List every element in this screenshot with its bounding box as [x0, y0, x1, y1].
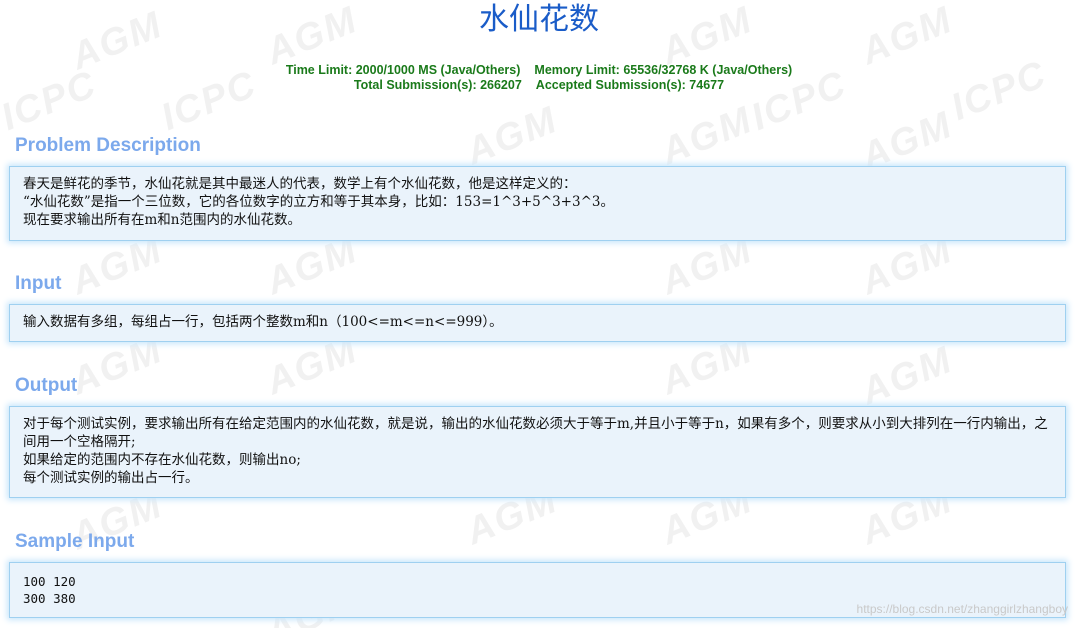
sample-input-line: 100 120 — [23, 574, 76, 589]
watermark-agm: AGM — [855, 338, 959, 414]
problem-limits: Time Limit: 2000/1000 MS (Java/Others) Me… — [0, 63, 1078, 93]
watermark-url: https://blog.csdn.net/zhanggirlzhangboy — [856, 602, 1068, 616]
page-title: 水仙花数 — [479, 2, 599, 37]
input-line: 输入数据有多组，每组占一行，包括两个整数m和n（100<=m<=n<=999）。 — [23, 314, 503, 330]
limits-row-2: Total Submission(s): 266207 Accepted Subm… — [0, 78, 1078, 93]
section-heading-description: Problem Description — [15, 135, 201, 156]
watermark-agm: AGM — [460, 98, 564, 174]
description-line: “水仙花数”是指一个三位数，它的各位数字的立方和等于其本身，比如：153=1^3… — [23, 194, 614, 210]
section-heading-output: Output — [15, 375, 78, 396]
limits-row-1: Time Limit: 2000/1000 MS (Java/Others) Me… — [0, 63, 1078, 78]
total-submissions: Total Submission(s): 266207 — [353, 78, 522, 92]
accepted-submissions: Accepted Submission(s): 74677 — [535, 78, 725, 92]
output-line: 如果给定的范围内不存在水仙花数，则输出no; — [23, 452, 301, 468]
description-line: 现在要求输出所有在m和n范围内的水仙花数。 — [23, 212, 301, 228]
watermark-agm: AGM — [655, 98, 759, 174]
memory-limit: Memory Limit: 65536/32768 K (Java/Others… — [534, 63, 793, 77]
output-line: 对于每个测试实例，要求输出所有在给定范围内的水仙花数，就是说，输出的水仙花数必须… — [23, 416, 1048, 450]
section-heading-sample-input: Sample Input — [15, 531, 135, 552]
description-line: 春天是鲜花的季节，水仙花就是其中最迷人的代表，数学上有个水仙花数，他是这样定义的… — [23, 176, 577, 192]
input-panel: 输入数据有多组，每组占一行，包括两个整数m和n（100<=m<=n<=999）。 — [9, 304, 1066, 342]
output-line: 每个测试实例的输出占一行。 — [23, 470, 199, 486]
output-panel: 对于每个测试实例，要求输出所有在给定范围内的水仙花数，就是说，输出的水仙花数必须… — [9, 406, 1066, 498]
section-heading-input: Input — [15, 273, 62, 294]
description-panel: 春天是鲜花的季节，水仙花就是其中最迷人的代表，数学上有个水仙花数，他是这样定义的… — [9, 166, 1066, 241]
time-limit: Time Limit: 2000/1000 MS (Java/Others) — [285, 63, 521, 77]
